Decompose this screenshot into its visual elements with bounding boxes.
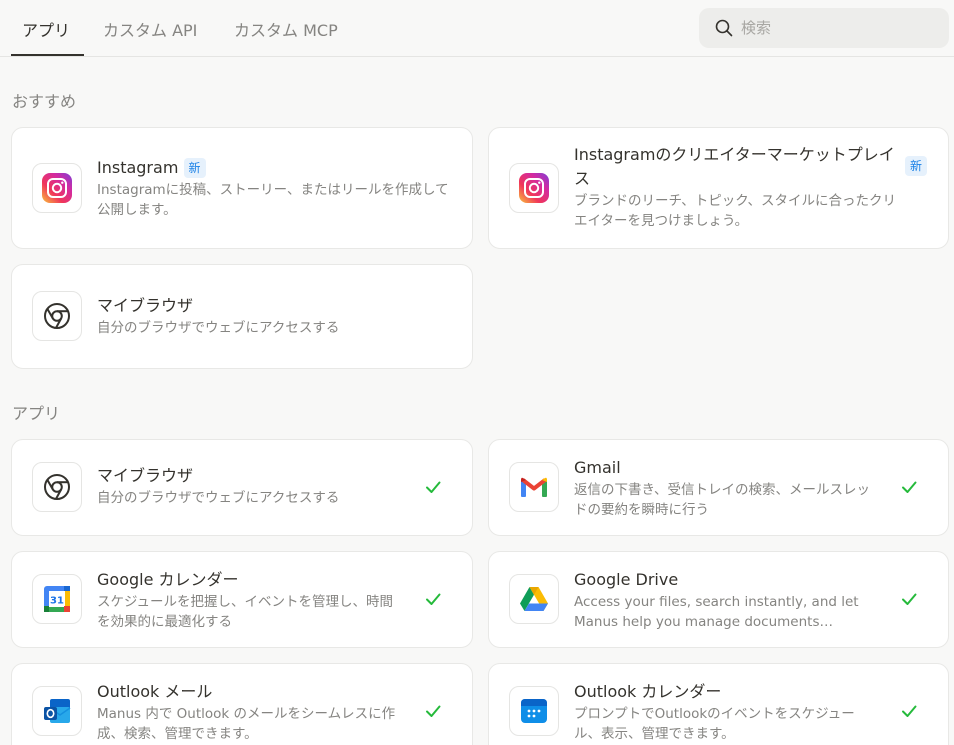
recommended-card-my-browser[interactable]: マイブラウザ 自分のブラウザでウェブにアクセスする: [11, 264, 473, 369]
card-description: プロンプトでOutlookのイベントをスケジュール、表示、管理できます。: [574, 706, 855, 742]
recommended-card-instagram-creator-marketplace[interactable]: Instagramのクリエイターマーケットプレイス ブランドのリーチ、トピック、…: [488, 127, 949, 249]
app-card-google-drive[interactable]: Google Drive Access your files, search i…: [488, 551, 949, 648]
gmail-icon: [509, 462, 559, 512]
google-calendar-icon: 31: [32, 574, 82, 624]
check-icon: [426, 705, 441, 717]
recommended-card-instagram[interactable]: Instagram 新 Instagramに投稿、ストーリー、またはリールを作成…: [11, 127, 473, 249]
chrome-icon: [32, 291, 82, 341]
search-box[interactable]: [699, 8, 949, 48]
card-title: Google カレンダー: [97, 570, 239, 589]
card-description: Access your files, search instantly, and…: [574, 594, 859, 630]
new-badge: 新: [183, 158, 206, 178]
card-description: 自分のブラウザでウェブにアクセスする: [97, 320, 340, 336]
card-title: Google Drive: [574, 570, 679, 589]
app-card-gmail[interactable]: Gmail 返信の下書き、受信トレイの検索、メールスレッドの要約を瞬時に行う: [488, 439, 949, 536]
app-card-outlook-calendar[interactable]: Outlook カレンダー プロンプトでOutlookのイベントをスケジュール、…: [488, 663, 949, 745]
section-title-apps: アプリ: [12, 404, 61, 423]
tab-custom-api[interactable]: カスタム API: [103, 17, 197, 56]
new-badge: 新: [905, 156, 928, 176]
top-bar: アプリ カスタム API カスタム MCP: [0, 0, 954, 57]
card-title: マイブラウザ: [97, 296, 194, 315]
instagram-icon: [509, 163, 559, 213]
card-title: Instagram: [97, 158, 179, 177]
card-title: Gmail: [574, 458, 621, 477]
card-title: マイブラウザ: [97, 466, 194, 485]
app-card-my-browser[interactable]: マイブラウザ 自分のブラウザでウェブにアクセスする: [11, 439, 473, 536]
tab-custom-mcp[interactable]: カスタム MCP: [234, 17, 338, 56]
instagram-icon: [32, 163, 82, 213]
section-title-recommended: おすすめ: [12, 92, 77, 111]
check-icon: [902, 481, 917, 493]
outlook-mail-icon: [32, 686, 82, 736]
check-icon: [426, 593, 441, 605]
card-description: Manus 内で Outlook のメールをシームレスに作成、検索、管理できます…: [97, 706, 396, 742]
google-drive-icon: [509, 574, 559, 624]
tab-apps[interactable]: アプリ: [11, 17, 84, 56]
outlook-calendar-icon: [509, 686, 559, 736]
check-icon: [426, 481, 441, 493]
card-title: Outlook カレンダー: [574, 682, 722, 701]
card-description: 返信の下書き、受信トレイの検索、メールスレッドの要約を瞬時に行う: [574, 482, 871, 518]
check-icon: [902, 705, 917, 717]
card-title: Instagramのクリエイターマーケットプレイス: [574, 145, 895, 188]
check-icon: [902, 593, 917, 605]
calendar-day-label: 31: [50, 596, 64, 607]
card-description: スケジュールを把握し、イベントを管理し、時間を効果的に最適化する: [97, 594, 394, 630]
card-description: Instagramに投稿、ストーリー、またはリールを作成して公開します。: [97, 182, 449, 218]
chrome-icon: [32, 462, 82, 512]
card-description: ブランドのリーチ、トピック、スタイルに合ったクリエイターを見つけましょう。: [574, 193, 896, 229]
search-input[interactable]: [741, 8, 941, 48]
app-card-google-calendar[interactable]: 31 Google カレンダー スケジュールを把握し、イベントを管理し、時間を効…: [11, 551, 473, 648]
app-card-outlook-mail[interactable]: Outlook メール Manus 内で Outlook のメールをシームレスに…: [11, 663, 473, 745]
card-title: Outlook メール: [97, 682, 213, 701]
search-icon: [715, 19, 733, 37]
card-description: 自分のブラウザでウェブにアクセスする: [97, 490, 340, 506]
